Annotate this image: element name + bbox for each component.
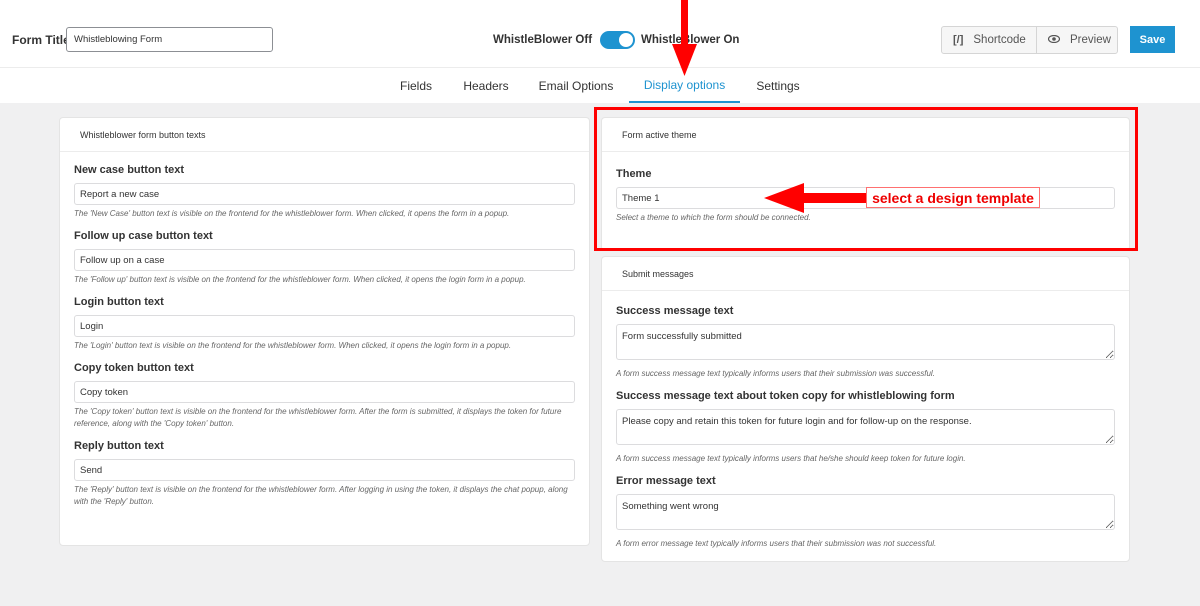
new-case-button-text-input[interactable]: [74, 183, 575, 205]
form-title-label: Form Title: [12, 33, 70, 47]
field-help: A form success message text typically in…: [616, 369, 935, 378]
field-label: Reply button text: [74, 440, 164, 452]
whistleblower-toggle[interactable]: [600, 31, 636, 49]
save-button[interactable]: Save: [1130, 26, 1175, 53]
active-theme-card: Form active theme Theme Select a theme t…: [601, 117, 1130, 251]
preview-button[interactable]: Preview: [1036, 27, 1117, 53]
tab-bar: Fields Headers Email Options Display opt…: [0, 68, 1200, 103]
field-label: Follow up case button text: [74, 230, 213, 242]
field-label: Login button text: [74, 296, 164, 308]
theme-help: Select a theme to which the form should …: [616, 213, 811, 222]
tab-settings[interactable]: Settings: [752, 68, 804, 103]
field-new-case: New case button text The 'New Case' butt…: [74, 164, 575, 220]
toggle-on-label: WhistleBlower On: [641, 34, 740, 46]
toggle-off-label: WhistleBlower Off: [493, 34, 593, 46]
field-token-message: Success message text about token copy fo…: [616, 390, 1115, 465]
field-help: A form success message text typically in…: [616, 454, 966, 463]
top-bar: Form Title WhistleBlower Off WhistleBlow…: [0, 0, 1200, 68]
button-texts-card: Whistleblower form button texts New case…: [59, 117, 590, 546]
theme-label: Theme: [616, 168, 652, 180]
field-reply: Reply button text The 'Reply' button tex…: [74, 440, 575, 508]
copy-token-button-text-input[interactable]: [74, 381, 575, 403]
card-title: Form active theme: [602, 118, 1129, 152]
shortcode-button[interactable]: [/] Shortcode: [942, 27, 1036, 53]
error-message-textarea[interactable]: Something went wrong: [616, 494, 1115, 530]
field-label: Copy token button text: [74, 362, 194, 374]
success-message-textarea[interactable]: Form successfully submitted: [616, 324, 1115, 360]
tab-email-options[interactable]: Email Options: [535, 68, 617, 103]
field-error-message: Error message text Something went wrong …: [616, 475, 1115, 550]
field-help: The 'Copy token' button text is visible …: [74, 407, 562, 428]
field-label: Success message text: [616, 305, 734, 317]
action-button-group: [/] Shortcode Preview: [941, 26, 1118, 54]
field-help: The 'Login' button text is visible on th…: [74, 341, 512, 350]
shortcode-icon: [/]: [953, 34, 964, 46]
card-title: Submit messages: [602, 257, 1129, 291]
form-title-input[interactable]: [66, 27, 273, 52]
preview-label: Preview: [1070, 34, 1111, 46]
token-copy-message-textarea[interactable]: Please copy and retain this token for fu…: [616, 409, 1115, 445]
eye-icon: [1047, 34, 1061, 46]
shortcode-label: Shortcode: [973, 34, 1026, 46]
field-help: The 'New Case' button text is visible on…: [74, 209, 510, 218]
login-button-text-input[interactable]: [74, 315, 575, 337]
submit-messages-card: Submit messages Success message text For…: [601, 256, 1130, 562]
field-success-message: Success message text Form successfully s…: [616, 305, 1115, 380]
field-login: Login button text The 'Login' button tex…: [74, 296, 575, 352]
field-follow-up: Follow up case button text The 'Follow u…: [74, 230, 575, 286]
follow-up-button-text-input[interactable]: [74, 249, 575, 271]
tab-fields[interactable]: Fields: [395, 68, 437, 103]
field-label: Error message text: [616, 475, 716, 487]
field-label: New case button text: [74, 164, 185, 176]
whistleblower-toggle-group: WhistleBlower Off WhistleBlower On: [493, 30, 739, 50]
annotation-label: select a design template: [866, 187, 1040, 208]
reply-button-text-input[interactable]: [74, 459, 575, 481]
field-help: The 'Follow up' button text is visible o…: [74, 275, 526, 284]
tab-headers[interactable]: Headers: [460, 68, 512, 103]
field-help: The 'Reply' button text is visible on th…: [74, 485, 568, 506]
toggle-knob: [619, 33, 634, 47]
card-title: Whistleblower form button texts: [60, 118, 589, 152]
tab-display-options[interactable]: Display options: [629, 68, 740, 103]
field-label: Success message text about token copy fo…: [616, 390, 955, 402]
field-help: A form error message text typically info…: [616, 539, 937, 548]
field-copy-token: Copy token button text The 'Copy token' …: [74, 362, 575, 430]
